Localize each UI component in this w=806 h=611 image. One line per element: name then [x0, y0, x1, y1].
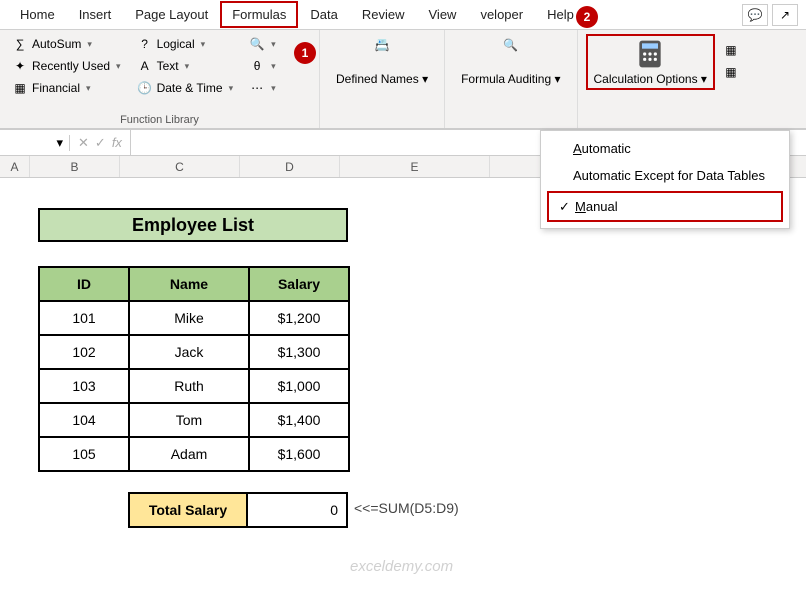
cell-name[interactable]: Adam [129, 437, 249, 471]
cell-salary[interactable]: $1,200 [249, 301, 349, 335]
total-value[interactable]: 0 [248, 492, 348, 528]
cell-name[interactable]: Mike [129, 301, 249, 335]
ribbon-tabs: Home Insert Page Layout Formulas Data Re… [0, 0, 806, 30]
col-c[interactable]: C [120, 156, 240, 177]
menu-manual[interactable]: ✓Manual [547, 191, 783, 222]
cell-id[interactable]: 103 [39, 369, 129, 403]
defined-names-button[interactable]: 📇 Defined Names ▾ [328, 34, 436, 90]
col-e[interactable]: E [340, 156, 490, 177]
title-cell[interactable]: Employee List [38, 208, 348, 242]
col-d[interactable]: D [240, 156, 340, 177]
table-row: 102Jack$1,300 [39, 335, 349, 369]
menu-automatic-rest: utomatic [582, 141, 631, 156]
employee-table: ID Name Salary 101Mike$1,200102Jack$1,30… [38, 266, 350, 472]
table-header-row: ID Name Salary [39, 267, 349, 301]
tab-review[interactable]: Review [350, 1, 417, 28]
cell-salary[interactable]: $1,300 [249, 335, 349, 369]
financial-button[interactable]: ▦Financial▾ [8, 78, 125, 98]
callout-2: 2 [576, 6, 598, 28]
cell-id[interactable]: 102 [39, 335, 129, 369]
cell-salary[interactable]: $1,600 [249, 437, 349, 471]
table-row: 105Adam$1,600 [39, 437, 349, 471]
comments-icon[interactable]: 💬 [742, 4, 768, 26]
cell-name[interactable]: Tom [129, 403, 249, 437]
share-icon[interactable]: ↗ [772, 4, 798, 26]
total-row: Total Salary 0 <<=SUM(D5:D9) [128, 492, 806, 528]
enter-icon[interactable]: ✓ [95, 135, 106, 151]
cell-id[interactable]: 101 [39, 301, 129, 335]
sigma-icon: ∑ [12, 36, 28, 52]
date-time-button[interactable]: 🕒Date & Time▾ [133, 78, 238, 98]
watermark: exceldemy.com [350, 558, 453, 575]
tab-data[interactable]: Data [298, 1, 349, 28]
tab-view[interactable]: View [417, 1, 469, 28]
total-formula-note: <<=SUM(D5:D9) [348, 492, 465, 528]
math-icon: θ [249, 58, 265, 74]
table-row: 101Mike$1,200 [39, 301, 349, 335]
name-box[interactable]: ▾ [0, 135, 70, 151]
col-a[interactable]: A [0, 156, 30, 177]
fx-icon[interactable]: fx [112, 135, 122, 150]
more-3[interactable]: ⋯▾ [245, 78, 280, 98]
callout-1: 1 [294, 42, 316, 64]
logical-button[interactable]: ?Logical▾ [133, 34, 238, 54]
check-icon: ✓ [559, 199, 570, 215]
text-icon: A [137, 58, 153, 74]
table-row: 104Tom$1,400 [39, 403, 349, 437]
calc-now-button[interactable]: ▦ [719, 40, 743, 60]
star-icon: ✦ [12, 58, 28, 74]
cell-salary[interactable]: $1,000 [249, 369, 349, 403]
tab-insert[interactable]: Insert [67, 1, 124, 28]
worksheet[interactable]: Employee List ID Name Salary 101Mike$1,2… [0, 178, 806, 528]
menu-auto-except[interactable]: Automatic Except for Data Tables [541, 162, 789, 189]
cell-salary[interactable]: $1,400 [249, 403, 349, 437]
cell-name[interactable]: Jack [129, 335, 249, 369]
logical-icon: ? [137, 36, 153, 52]
cell-id[interactable]: 104 [39, 403, 129, 437]
calculation-options-menu: Automatic Automatic Except for Data Tabl… [540, 130, 790, 229]
header-id[interactable]: ID [39, 267, 129, 301]
cancel-icon[interactable]: ✕ [78, 135, 89, 151]
col-b[interactable]: B [30, 156, 120, 177]
defined-names-icon: 📇 [366, 38, 398, 70]
header-salary[interactable]: Salary [249, 267, 349, 301]
menu-automatic[interactable]: Automatic [541, 135, 789, 162]
more-2[interactable]: θ▾ [245, 56, 280, 76]
calculation-options-button[interactable]: Calculation Options ▾ [586, 34, 715, 90]
cell-name[interactable]: Ruth [129, 369, 249, 403]
tab-page-layout[interactable]: Page Layout [123, 1, 220, 28]
financial-icon: ▦ [12, 80, 28, 96]
tab-developer[interactable]: veloper [468, 1, 535, 28]
text-button[interactable]: AText▾ [133, 56, 238, 76]
calc-sheet-icon: ▦ [723, 64, 739, 80]
tab-home[interactable]: Home [8, 1, 67, 28]
clock-icon: 🕒 [137, 80, 153, 96]
formula-auditing-icon: 🔍 [495, 38, 527, 70]
calc-now-icon: ▦ [723, 42, 739, 58]
header-name[interactable]: Name [129, 267, 249, 301]
autosum-button[interactable]: ∑AutoSum▾ [8, 34, 125, 54]
table-row: 103Ruth$1,000 [39, 369, 349, 403]
more-icon: ⋯ [249, 80, 265, 96]
calc-sheet-button[interactable]: ▦ [719, 62, 743, 82]
ribbon-body: ∑AutoSum▾ ✦Recently Used▾ ▦Financial▾ ?L… [0, 30, 806, 130]
calculator-icon [634, 38, 666, 70]
recently-used-button[interactable]: ✦Recently Used▾ [8, 56, 125, 76]
lookup-icon: 🔍 [249, 36, 265, 52]
group-function-library: Function Library [8, 112, 311, 126]
more-1[interactable]: 🔍▾ [245, 34, 280, 54]
total-label[interactable]: Total Salary [128, 492, 248, 528]
cell-id[interactable]: 105 [39, 437, 129, 471]
formula-auditing-button[interactable]: 🔍 Formula Auditing ▾ [453, 34, 568, 90]
tab-formulas[interactable]: Formulas [220, 1, 298, 28]
